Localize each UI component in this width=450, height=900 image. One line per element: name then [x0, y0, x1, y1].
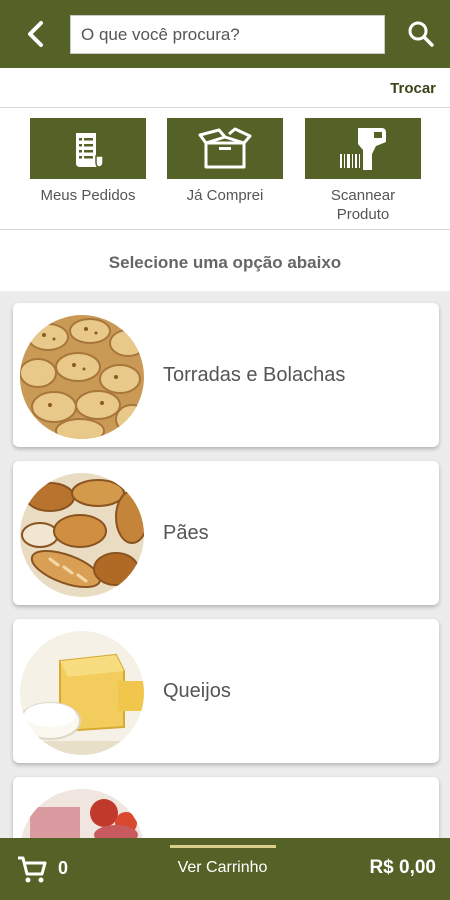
category-card-4[interactable] [13, 777, 439, 839]
select-prompt: Selecione uma opção abaixo [108, 253, 342, 272]
cart-count: 0 [58, 858, 69, 878]
scannear-produto-button[interactable] [305, 118, 421, 179]
divider [0, 229, 450, 230]
category-card-queijos[interactable]: Queijos [13, 619, 439, 763]
cold-cuts-photo [20, 789, 144, 839]
scannear-produto-label: Scannear Produto [330, 187, 396, 223]
category-card-paes[interactable]: Pães [13, 461, 439, 605]
action-ja-comprei[interactable]: Já Comprei [167, 118, 283, 205]
meus-pedidos-button[interactable] [30, 118, 146, 179]
chevron-left-icon [28, 21, 43, 47]
search-box [70, 15, 385, 54]
category-label: Pães [163, 521, 209, 544]
divider [0, 107, 450, 108]
search-input[interactable] [71, 16, 384, 53]
category-list: Torradas e Bolachas Pães Queijos [0, 291, 450, 839]
action-meus-pedidos[interactable]: Meus Pedidos [30, 118, 146, 205]
trocar-link[interactable]: Trocar [390, 80, 436, 97]
action-scannear-produto[interactable]: Scannear Produto [305, 118, 421, 224]
search-icon [408, 21, 434, 47]
ja-comprei-button[interactable] [167, 118, 283, 179]
cart-icon [18, 856, 47, 883]
cart-button[interactable] [16, 853, 48, 885]
cart-bar: 0 Ver Carrinho R$ 0,00 [0, 838, 450, 900]
ver-carrinho-indicator [170, 845, 276, 848]
cheeses-photo [20, 631, 144, 755]
meus-pedidos-label: Meus Pedidos [40, 187, 136, 204]
toast-crackers-photo [20, 315, 144, 439]
category-label: Torradas e Bolachas [163, 363, 346, 386]
ver-carrinho-button[interactable]: Ver Carrinho [150, 859, 295, 877]
category-card-torradas[interactable]: Torradas e Bolachas [13, 303, 439, 447]
back-button[interactable] [18, 16, 54, 52]
ja-comprei-label: Já Comprei [186, 187, 264, 204]
top-bar [0, 0, 450, 68]
cart-total: R$ 0,00 [369, 857, 436, 878]
breads-photo [20, 473, 144, 597]
barcode-scanner-icon [340, 127, 386, 170]
category-label: Queijos [163, 679, 231, 702]
receipt-icon [76, 132, 104, 168]
search-button[interactable] [404, 17, 438, 51]
open-box-icon [198, 127, 252, 168]
